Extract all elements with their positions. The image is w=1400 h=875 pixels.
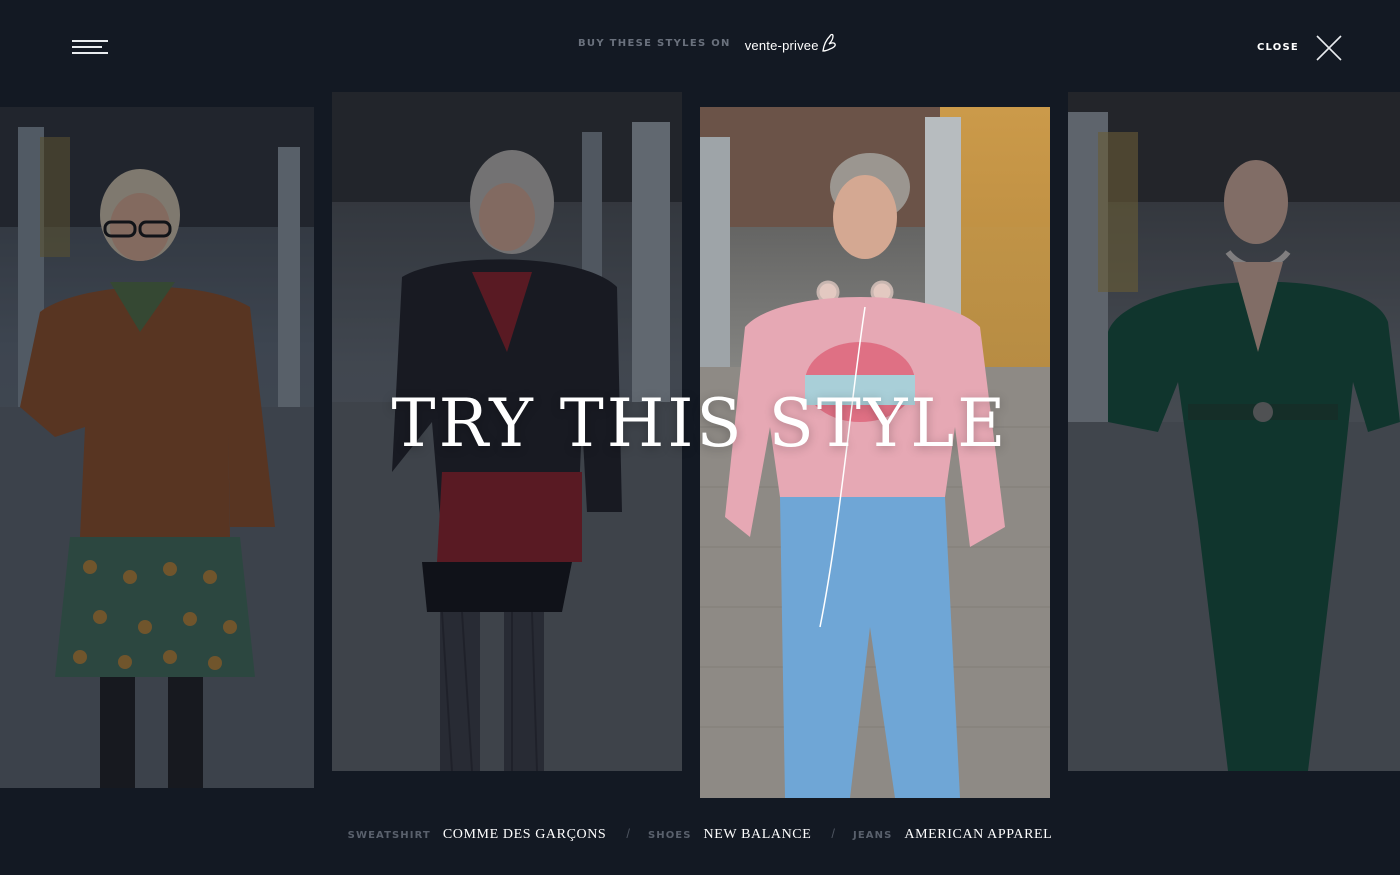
look-panel-green-suit[interactable] xyxy=(1068,92,1400,771)
buy-styles-bar: BUY THESE STYLES ON vente-privee xyxy=(578,33,837,53)
credit-label: JEANS xyxy=(853,830,893,841)
credit-label: SWEATSHIRT xyxy=(347,830,431,841)
outfit-credits: SWEATSHIRT COMME DES GARÇONS / SHOES NEW… xyxy=(0,826,1400,843)
credit-label: SHOES xyxy=(647,830,692,841)
menu-line xyxy=(72,52,108,54)
look-photo xyxy=(332,92,682,771)
look-photo xyxy=(700,107,1050,798)
credit-brand-link[interactable]: COMME DES GARÇONS xyxy=(443,827,606,843)
look-panel-leather-jacket[interactable] xyxy=(332,92,682,771)
vente-privee-logo-link[interactable]: vente-privee xyxy=(745,33,837,53)
credit-shoes: SHOES NEW BALANCE xyxy=(648,827,811,843)
close-label[interactable]: CLOSE xyxy=(1257,42,1299,53)
brand-name: vente-privee xyxy=(744,38,819,53)
credit-brand-link[interactable]: AMERICAN APPAREL xyxy=(904,827,1052,843)
menu-line xyxy=(72,40,108,42)
menu-line xyxy=(72,46,102,48)
credit-brand-link[interactable]: NEW BALANCE xyxy=(704,827,812,843)
credit-separator: / xyxy=(626,826,630,841)
credit-sweatshirt: SWEATSHIRT COMME DES GARÇONS xyxy=(348,827,607,843)
credit-separator: / xyxy=(831,826,836,841)
look-panel-rust-sweater[interactable] xyxy=(0,107,314,788)
butterfly-logo-icon xyxy=(821,33,836,52)
buy-styles-label: BUY THESE STYLES ON xyxy=(578,37,731,49)
hamburger-menu-icon[interactable] xyxy=(72,40,108,54)
look-photo xyxy=(0,107,314,788)
close-x-icon[interactable] xyxy=(1316,35,1342,61)
look-panel-pink-sweatshirt-active[interactable] xyxy=(700,107,1050,798)
credit-jeans: JEANS AMERICAN APPAREL xyxy=(853,827,1052,843)
look-photo xyxy=(1068,92,1400,771)
